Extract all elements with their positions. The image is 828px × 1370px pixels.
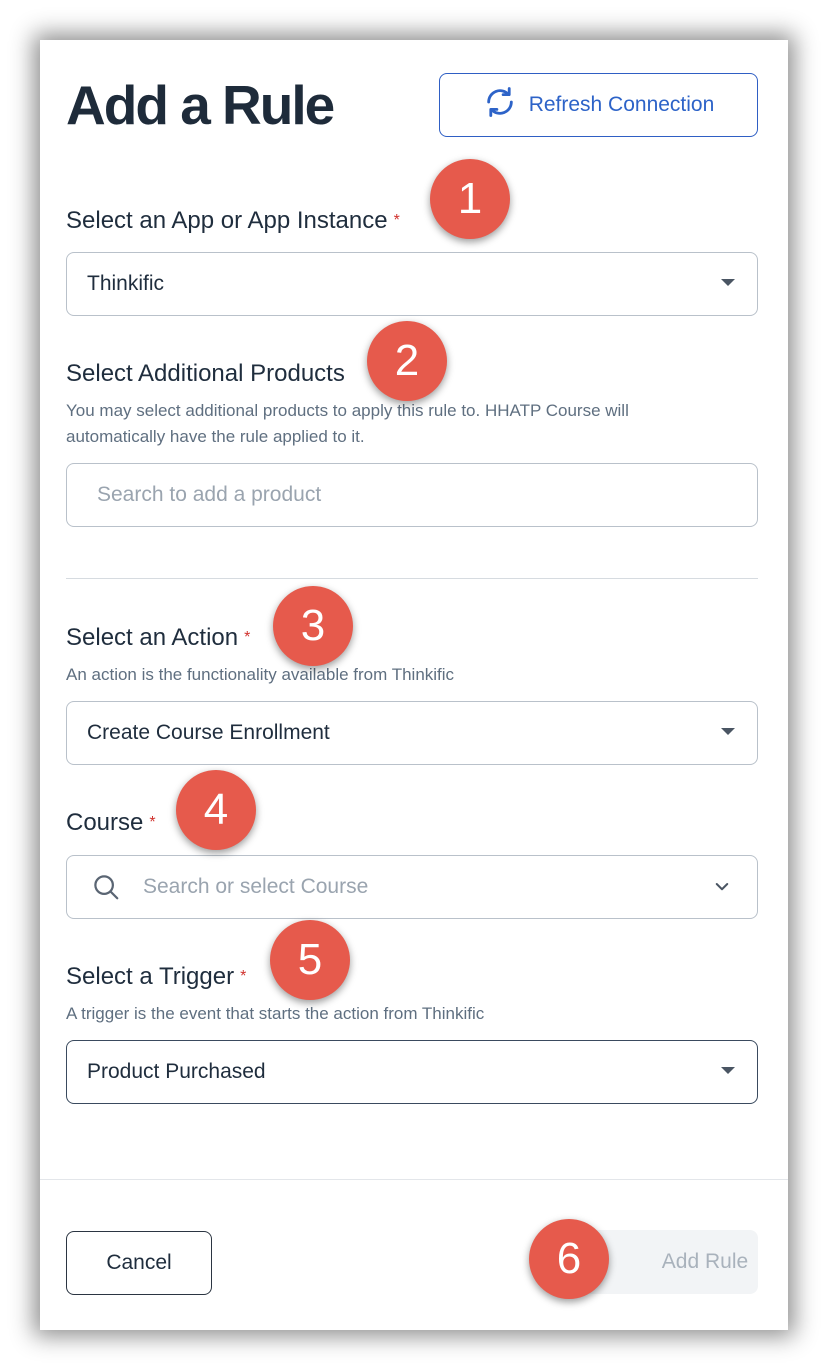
action-select[interactable]: Create Course Enrollment <box>66 701 758 765</box>
required-mark: * <box>244 629 251 646</box>
caret-down-icon <box>721 1067 735 1074</box>
trigger-select-value: Product Purchased <box>87 1060 266 1083</box>
required-mark: * <box>393 212 400 229</box>
trigger-select-label-text: Select a Trigger <box>66 963 235 990</box>
required-mark: * <box>240 968 247 985</box>
refresh-connection-label: Refresh Connection <box>528 93 715 116</box>
required-mark: * <box>149 814 156 831</box>
action-select-label: Select an Action * <box>66 623 250 653</box>
cancel-button[interactable]: Cancel <box>66 1231 212 1295</box>
course-search-placeholder: Search or select Course <box>143 875 369 898</box>
footer-divider <box>40 1179 788 1180</box>
refresh-connection-button[interactable]: Refresh Connection <box>439 73 758 137</box>
app-select-label: Select an App or App Instance * <box>66 206 400 236</box>
refresh-icon <box>483 85 517 125</box>
add-rule-dialog: Add a Rule Refresh Connection Select an … <box>40 40 788 1330</box>
annotation-badge-4: 4 <box>176 770 256 850</box>
annotation-badge-1: 1 <box>430 159 510 239</box>
annotation-badge-3: 3 <box>273 586 353 666</box>
trigger-hint: A trigger is the event that starts the a… <box>66 1004 485 1023</box>
action-select-value: Create Course Enrollment <box>87 721 330 744</box>
action-hint: An action is the functionality available… <box>66 665 455 684</box>
action-select-label-text: Select an Action <box>66 624 239 651</box>
course-label: Course * <box>66 808 156 838</box>
additional-products-hint: You may select additional products to ap… <box>66 401 629 446</box>
product-search-input[interactable]: Search to add a product <box>66 463 758 527</box>
trigger-select-label: Select a Trigger * <box>66 962 246 992</box>
dialog-title: Add a Rule <box>66 74 335 136</box>
trigger-select[interactable]: Product Purchased <box>66 1040 758 1104</box>
course-label-text: Course <box>66 809 144 836</box>
app-select-label-text: Select an App or App Instance <box>66 207 388 234</box>
caret-down-icon <box>721 728 735 735</box>
search-icon <box>91 872 121 902</box>
chevron-down-icon <box>713 878 731 896</box>
app-select-value: Thinkific <box>87 272 165 295</box>
product-search-placeholder: Search to add a product <box>97 483 322 506</box>
annotation-badge-2: 2 <box>367 321 447 401</box>
additional-products-label: Select Additional Products <box>66 360 345 387</box>
caret-down-icon <box>721 279 735 286</box>
annotation-badge-5: 5 <box>270 920 350 1000</box>
course-search-select[interactable]: Search or select Course <box>66 855 758 919</box>
annotation-badge-6: 6 <box>529 1219 609 1299</box>
app-select[interactable]: Thinkific <box>66 252 758 316</box>
section-divider <box>66 578 758 579</box>
